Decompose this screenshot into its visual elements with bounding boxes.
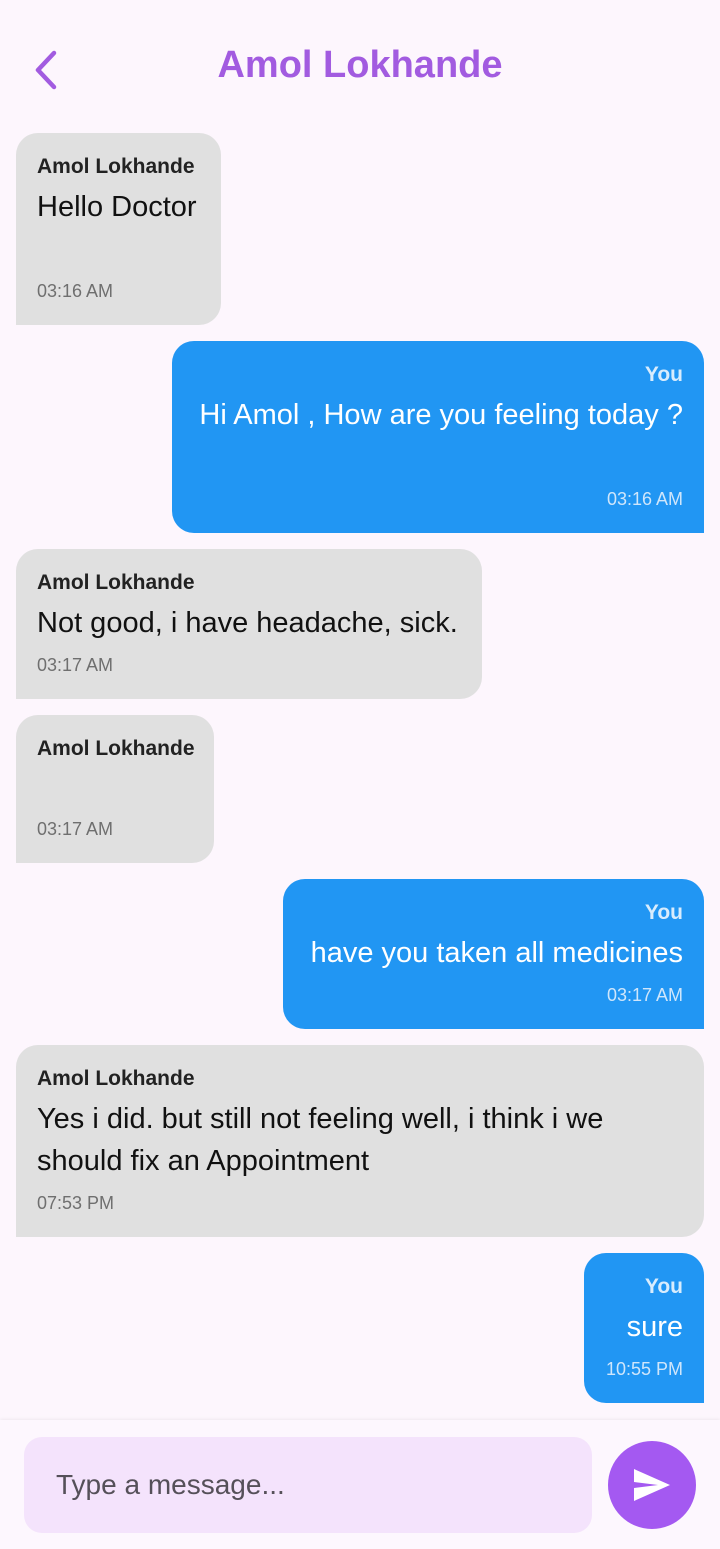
message-time: 03:16 AM [37, 281, 114, 301]
message-text: Hello Doctor [37, 191, 197, 223]
chat-screen: Amol Lokhande Amol Lokhande Hello Doctor… [0, 0, 720, 1549]
message-text: have you taken all medicines [310, 937, 683, 969]
message-time: 07:53 PM [37, 1193, 115, 1213]
message-outgoing[interactable]: You Hi Amol , How are you feeling today … [172, 341, 704, 533]
message-text: Hi Amol , How are you feeling today ? [199, 399, 683, 431]
message-text: Not good, i have headache, sick. [37, 607, 458, 639]
message-sender: Amol Lokhande [37, 155, 195, 178]
message-time: 03:17 AM [606, 985, 683, 1005]
message-text: sure [626, 1311, 683, 1343]
page-title: Amol Lokhande [217, 44, 503, 86]
message-sender: You [644, 901, 683, 924]
message-time: 03:17 AM [37, 655, 114, 675]
message-sender: Amol Lokhande [37, 571, 195, 594]
message-sender: You [644, 1275, 683, 1298]
message-incoming[interactable]: Amol Lokhande 03:17 AM [16, 715, 214, 863]
message-sender: Amol Lokhande [37, 737, 195, 760]
message-text: Yes i did. but still not feeling well, i… [37, 1103, 604, 1177]
message-composer [0, 1420, 720, 1549]
message-time: 03:16 AM [606, 489, 683, 509]
message-outgoing[interactable]: You have you taken all medicines 03:17 A… [283, 879, 704, 1029]
message-time: 03:17 AM [37, 819, 114, 839]
message-sender: Amol Lokhande [37, 1067, 195, 1090]
send-icon [634, 1469, 670, 1501]
message-incoming[interactable]: Amol Lokhande Hello Doctor 03:16 AM [16, 133, 221, 325]
message-incoming[interactable]: Amol Lokhande Yes i did. but still not f… [16, 1045, 704, 1237]
message-input[interactable] [24, 1437, 592, 1533]
send-button[interactable] [608, 1441, 696, 1529]
message-incoming[interactable]: Amol Lokhande Not good, i have headache,… [16, 549, 482, 699]
message-time: 10:55 PM [605, 1359, 683, 1379]
message-sender: You [644, 363, 683, 386]
message-outgoing[interactable]: You sure 10:55 PM [584, 1253, 704, 1403]
app-header: Amol Lokhande [0, 0, 720, 130]
